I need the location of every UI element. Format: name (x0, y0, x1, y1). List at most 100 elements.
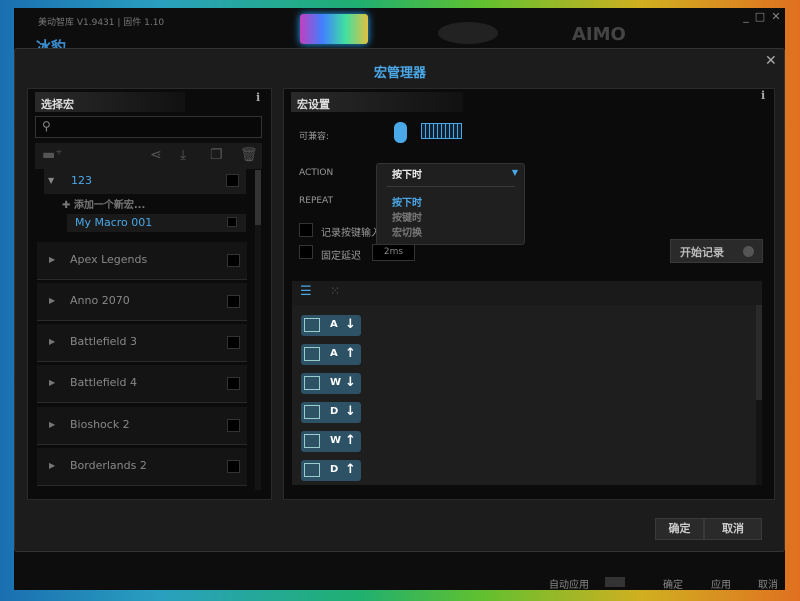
grid-view-icon[interactable]: ⁙ (330, 284, 340, 298)
aimo-tab[interactable]: AIMO (572, 24, 626, 45)
game-name: Bioshock 2 (70, 418, 130, 431)
steps-scrollbar[interactable] (756, 305, 762, 485)
keyboard-icon (304, 434, 320, 448)
arrow-up-icon: ↑ (345, 346, 356, 361)
info-icon[interactable]: i (761, 89, 765, 102)
scrollbar-thumb[interactable] (756, 305, 762, 400)
action-label: ACTION (299, 168, 334, 178)
expand-icon[interactable]: ▶ (49, 296, 55, 305)
mouse-device-thumb[interactable] (438, 22, 498, 44)
main-ok-button[interactable]: 确定 (663, 576, 683, 591)
expand-icon[interactable]: ▶ (49, 255, 55, 264)
macro-step[interactable]: A ↓ (301, 315, 361, 336)
game-row[interactable]: ▶ Battlefield 4 (37, 365, 247, 403)
arrow-up-icon: ↑ (345, 462, 356, 477)
list-view-icon[interactable]: ☰ (300, 284, 312, 299)
start-record-button[interactable]: 开始记录 (670, 239, 763, 263)
expand-icon[interactable]: ▶ (49, 461, 55, 470)
delete-icon[interactable]: 🗑 (240, 147, 258, 163)
start-record-label: 开始记录 (680, 246, 724, 259)
macro-name: My Macro 001 (75, 216, 153, 229)
action-option[interactable]: 按键时 (392, 209, 422, 224)
step-key: W (330, 435, 342, 446)
import-icon[interactable]: ⤓ (180, 147, 186, 163)
macro-list-scrollbar[interactable] (255, 170, 261, 490)
main-cancel-button[interactable]: 取消 (758, 576, 778, 591)
action-option[interactable]: 按下时 (392, 194, 422, 209)
game-checkbox[interactable] (227, 295, 240, 308)
game-name: Borderlands 2 (70, 459, 147, 472)
fixed-delay-label: 固定延迟 (321, 251, 361, 262)
steps-view-toolbar: ☰ ⁙ (292, 281, 762, 305)
group-name: 123 (71, 174, 92, 187)
dialog-close-icon[interactable]: ✕ (765, 53, 777, 69)
macro-step[interactable]: A ↑ (301, 344, 361, 365)
game-name: Battlefield 4 (70, 376, 137, 389)
game-checkbox[interactable] (227, 377, 240, 390)
macro-checkbox[interactable] (227, 217, 237, 227)
game-name: Battlefield 3 (70, 335, 137, 348)
keyboard-icon (304, 463, 320, 477)
action-selected[interactable]: 按下时 (392, 166, 422, 181)
game-name: Anno 2070 (70, 294, 130, 307)
game-row[interactable]: ▶ Apex Legends (37, 242, 247, 280)
macro-step[interactable]: D ↑ (301, 460, 361, 481)
expand-icon[interactable]: ▶ (49, 378, 55, 387)
auto-apply-label: 自动应用 (549, 580, 589, 591)
new-folder-icon[interactable]: ▬⁺ (42, 147, 63, 163)
search-input[interactable]: ⚲ (35, 116, 262, 138)
macro-step[interactable]: D ↓ (301, 402, 361, 423)
mouse-icon (394, 122, 407, 143)
add-new-macro-label: 添加一个新宏... (73, 200, 146, 211)
auto-apply-toggle[interactable] (605, 577, 625, 587)
add-new-macro[interactable]: ✚ 添加一个新宏... (62, 196, 145, 211)
game-row[interactable]: ▶ Battlefield 3 (37, 324, 247, 362)
record-keys-checkbox[interactable] (299, 223, 313, 237)
expand-icon[interactable]: ▼ (48, 176, 54, 185)
repeat-label: REPEAT (299, 196, 334, 206)
info-icon[interactable]: i (256, 91, 260, 104)
game-checkbox[interactable] (227, 460, 240, 473)
group-checkbox[interactable] (226, 174, 239, 187)
keyboard-icon (304, 318, 320, 332)
main-apply-button[interactable]: 应用 (711, 576, 731, 591)
step-key: W (330, 377, 342, 388)
expand-icon[interactable]: ▶ (49, 337, 55, 346)
record-keys-label: 记录按键输入 (321, 228, 381, 239)
game-row[interactable]: ▶ Bioshock 2 (37, 407, 247, 445)
game-checkbox[interactable] (227, 336, 240, 349)
dropdown-divider (387, 186, 515, 187)
action-option[interactable]: 宏切换 (392, 224, 422, 239)
dialog-ok-button[interactable]: 确定 (655, 518, 704, 540)
plus-icon: ✚ (62, 200, 74, 211)
keyboard-icon (304, 347, 320, 361)
step-key: D (330, 464, 339, 475)
keyboard-device-thumb[interactable] (300, 14, 368, 44)
fixed-delay-input[interactable]: 2ms (372, 244, 415, 261)
step-key: D (330, 406, 339, 417)
dialog-cancel-button[interactable]: 取消 (704, 518, 762, 540)
macro-step[interactable]: W ↑ (301, 431, 361, 452)
search-icon: ⚲ (42, 119, 51, 133)
share-icon[interactable]: ⋖ (150, 147, 162, 163)
scrollbar-thumb[interactable] (255, 170, 261, 225)
arrow-down-icon: ↓ (345, 375, 356, 390)
chevron-down-icon[interactable]: ▼ (512, 168, 518, 177)
game-row[interactable]: ▶ Anno 2070 (37, 283, 247, 321)
game-checkbox[interactable] (227, 254, 240, 267)
macro-step[interactable]: W ↓ (301, 373, 361, 394)
app-title: 美动智库 V1.9431 | 固件 1.10 (38, 18, 165, 28)
copy-icon[interactable]: ❐ (210, 147, 223, 163)
macro-settings-header: 宏设置 (291, 92, 463, 112)
fixed-delay-checkbox[interactable] (299, 245, 313, 259)
record-indicator-icon (743, 246, 754, 257)
arrow-down-icon: ↓ (345, 404, 356, 419)
macro-item[interactable]: My Macro 001 (67, 214, 246, 232)
app-close-button[interactable]: ✕ (768, 10, 784, 24)
maximize-button[interactable]: □ (752, 10, 768, 24)
game-row[interactable]: ▶ Borderlands 2 (37, 448, 247, 486)
game-checkbox[interactable] (227, 419, 240, 432)
expand-icon[interactable]: ▶ (49, 420, 55, 429)
arrow-up-icon: ↑ (345, 433, 356, 448)
macro-group-123[interactable]: ▼ 123 (44, 169, 246, 194)
